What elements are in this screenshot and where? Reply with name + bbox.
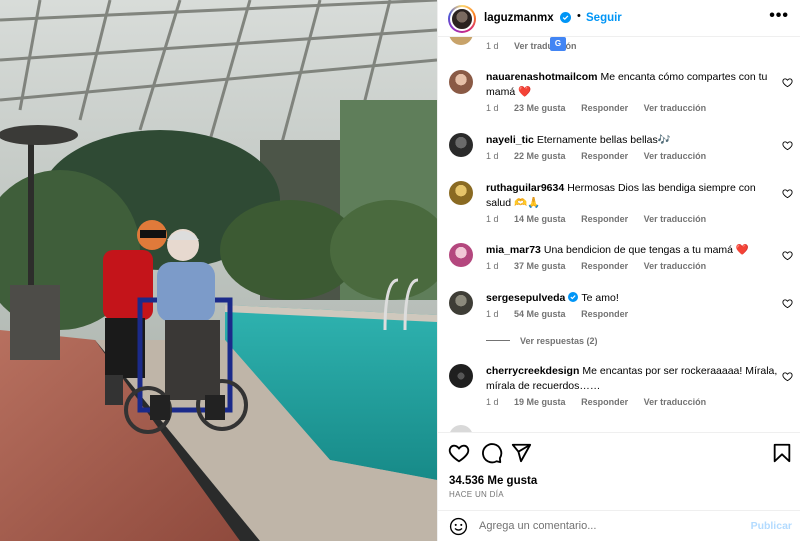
comment-meta: 1 d 19 Me gusta Responder Ver traducción xyxy=(486,397,719,407)
comment-text: nauarenashotmailcom Me encanta cómo compa… xyxy=(486,70,778,100)
comment-avatar[interactable] xyxy=(449,364,473,388)
comment-meta: 1 d 54 Me gusta Responder xyxy=(486,309,641,319)
comment-text: mia_mar73 Una bendicion de que tengas a t… xyxy=(486,243,778,258)
comment-like-heart-icon[interactable] xyxy=(782,77,793,88)
verified-badge-icon xyxy=(560,12,571,23)
comment-username[interactable]: sergesepulveda xyxy=(486,292,565,304)
comment-time: 1 d xyxy=(486,103,499,113)
author-username[interactable]: laguzmanmx xyxy=(484,12,554,24)
comment-avatar[interactable] xyxy=(449,425,473,432)
google-translate-icon[interactable]: G xyxy=(550,37,566,51)
comment-username[interactable]: ruthaguilar9634 xyxy=(486,182,564,194)
comment-meta: 1 d 23 Me gusta Responder Ver traducción xyxy=(486,103,719,113)
comment-username[interactable]: nauarenashotmailcom xyxy=(486,71,597,83)
post-likes-count[interactable]: 34.536 Me gusta xyxy=(449,475,537,487)
comment-time: 1 d xyxy=(486,261,499,271)
comment-avatar[interactable] xyxy=(449,243,473,267)
translate-link[interactable]: Ver traducción xyxy=(644,103,707,113)
comment-likes[interactable]: 54 Me gusta xyxy=(514,309,566,319)
comment-meta: 1 d 14 Me gusta Responder Ver traducción xyxy=(486,214,719,224)
comment-time: 1 d xyxy=(486,41,499,51)
comment-likes[interactable]: 37 Me gusta xyxy=(514,261,566,271)
comment-time: 1 d xyxy=(486,214,499,224)
add-comment-bar: Publicar xyxy=(438,510,800,541)
comment-body: Te amo! xyxy=(581,292,619,304)
comment-avatar[interactable] xyxy=(449,70,473,94)
comment-avatar[interactable] xyxy=(449,291,473,315)
translate-link[interactable]: Ver traducción xyxy=(514,41,577,51)
reply-button[interactable]: Responder xyxy=(581,261,628,271)
smiley-icon[interactable] xyxy=(449,517,468,536)
comment-avatar[interactable] xyxy=(449,181,473,205)
view-replies-button[interactable]: Ver respuestas (2) xyxy=(486,336,598,346)
reply-button[interactable]: Responder xyxy=(581,309,628,319)
translate-link[interactable]: Ver traducción xyxy=(644,261,707,271)
translate-link[interactable]: Ver traducción xyxy=(644,397,707,407)
comment-meta: 1 d 37 Me gusta Responder Ver traducción xyxy=(486,261,719,271)
reply-button[interactable]: Responder xyxy=(581,397,628,407)
follow-button[interactable]: Seguir xyxy=(586,12,622,24)
comment-text: ruthaguilar9634 Hermosas Dios las bendiga… xyxy=(486,181,778,211)
comment-username[interactable]: cherrycreekdesign xyxy=(486,365,579,377)
comments-list[interactable]: 1 d Ver traducción G nauarenashotmailcom… xyxy=(438,37,800,432)
more-options-icon[interactable]: ••• xyxy=(769,7,789,25)
comment-text: cherrycreekdesign Me encantas por ser roc… xyxy=(486,364,778,394)
comment-avatar[interactable] xyxy=(449,133,473,157)
author-avatar[interactable] xyxy=(450,7,474,31)
comment-like-heart-icon[interactable] xyxy=(782,140,793,151)
post-photo-image xyxy=(0,0,437,541)
comment-text: sergesepulveda Te amo! xyxy=(486,291,778,306)
post-actions: 34.536 Me gusta HACE UN DÍA xyxy=(438,432,800,510)
heart-icon[interactable] xyxy=(448,442,470,464)
verified-badge-icon xyxy=(568,292,579,302)
comment-body: Eternamente bellas bellas🎶 xyxy=(536,134,671,146)
reply-button[interactable]: Responder xyxy=(581,103,628,113)
comment-likes[interactable]: 22 Me gusta xyxy=(514,151,566,161)
comment-avatar[interactable] xyxy=(449,37,473,45)
comment-icon[interactable] xyxy=(481,442,503,464)
comment-like-heart-icon[interactable] xyxy=(782,298,793,309)
comment-time: 1 d xyxy=(486,397,499,407)
post-photo[interactable] xyxy=(0,0,437,541)
reply-button[interactable]: Responder xyxy=(581,214,628,224)
translate-link[interactable]: Ver traducción xyxy=(644,214,707,224)
post-side-panel: laguzmanmx • Seguir ••• 1 d Ver traducci… xyxy=(437,0,800,541)
comment-meta: 1 d Ver traducción xyxy=(486,41,590,51)
view-replies-label: Ver respuestas (2) xyxy=(520,336,598,346)
bookmark-icon[interactable] xyxy=(771,442,793,464)
comment-time: 1 d xyxy=(486,309,499,319)
publish-button[interactable]: Publicar xyxy=(751,520,792,532)
comment-username[interactable]: nayeli_tic xyxy=(486,134,534,146)
translate-link[interactable]: Ver traducción xyxy=(644,151,707,161)
comment-text: nayeli_tic Eternamente bellas bellas🎶 xyxy=(486,133,778,148)
header-separator: • xyxy=(577,10,581,22)
comment-meta: 1 d 22 Me gusta Responder Ver traducción xyxy=(486,151,719,161)
comment-like-heart-icon[interactable] xyxy=(782,371,793,382)
comment-body: Una bendicion de que tengas a tu mamá ❤️ xyxy=(543,244,749,256)
post-timestamp[interactable]: HACE UN DÍA xyxy=(449,490,504,499)
post-header: laguzmanmx • Seguir ••• xyxy=(438,0,800,37)
comment-time: 1 d xyxy=(486,151,499,161)
comment-like-heart-icon[interactable] xyxy=(782,188,793,199)
reply-button[interactable]: Responder xyxy=(581,151,628,161)
comment-like-heart-icon[interactable] xyxy=(782,250,793,261)
comment-likes[interactable]: 19 Me gusta xyxy=(514,397,566,407)
send-icon[interactable] xyxy=(510,442,532,464)
comment-likes[interactable]: 23 Me gusta xyxy=(514,103,566,113)
author-avatar-ring[interactable] xyxy=(448,5,476,33)
comment-input[interactable] xyxy=(479,516,739,536)
replies-divider xyxy=(486,340,510,341)
comment-likes[interactable]: 14 Me gusta xyxy=(514,214,566,224)
comment-username[interactable]: mia_mar73 xyxy=(486,244,541,256)
